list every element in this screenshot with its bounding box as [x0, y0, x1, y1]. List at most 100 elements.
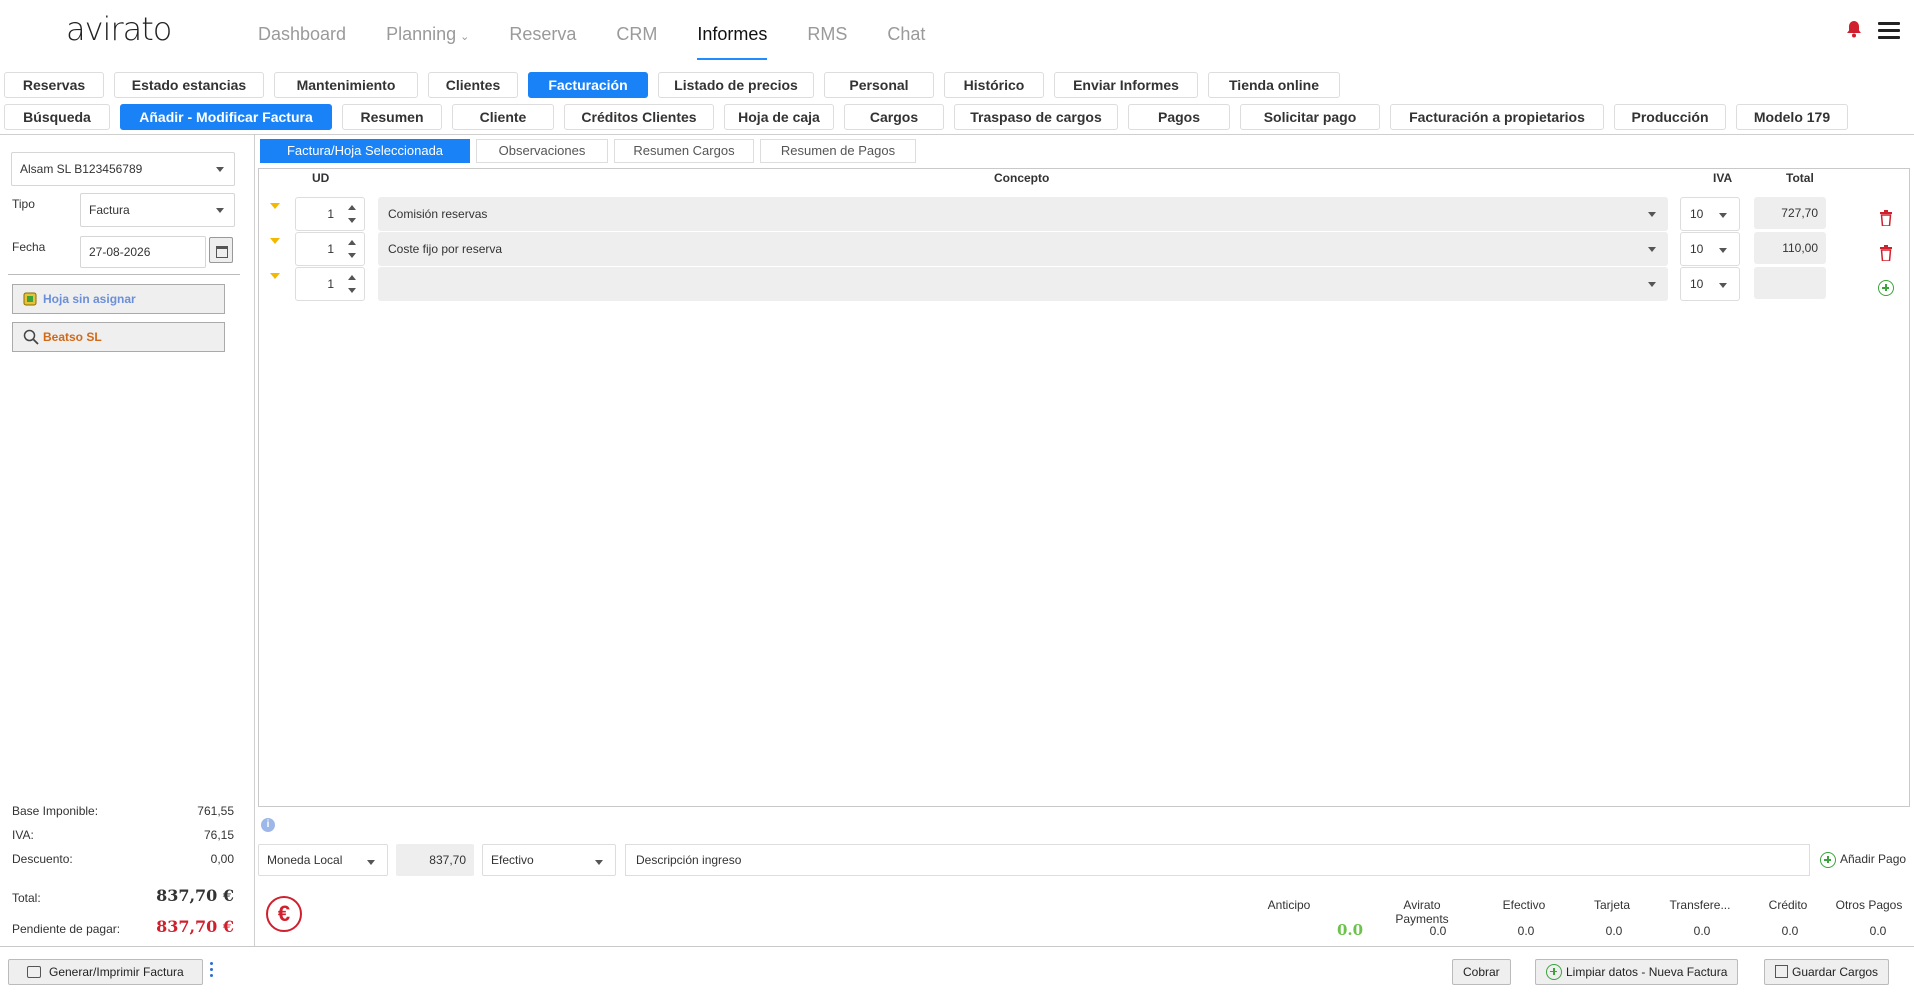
tab-reservas[interactable]: Reservas — [4, 72, 104, 98]
tab-estado-estancias[interactable]: Estado estancias — [114, 72, 264, 98]
concepto-select[interactable]: Coste fijo por reserva — [378, 232, 1668, 266]
iva-select-value: 10 — [1690, 277, 1704, 291]
nav-planning-label: Planning — [386, 24, 457, 44]
concepto-select[interactable] — [378, 267, 1668, 301]
company-select[interactable]: Alsam SL B123456789 — [11, 152, 235, 186]
iva-select[interactable]: 10 — [1680, 197, 1740, 231]
payment-description-input[interactable]: Descripción ingreso — [625, 844, 1810, 876]
tab-resumen-pagos[interactable]: Resumen de Pagos — [760, 139, 916, 163]
printer-icon — [27, 965, 41, 978]
tab-mantenimiento[interactable]: Mantenimiento — [274, 72, 418, 98]
ud-stepper[interactable]: 1 — [295, 197, 365, 231]
tab-listado-precios[interactable]: Listado de precios — [658, 72, 814, 98]
payment-method-select[interactable]: Efectivo — [482, 844, 616, 876]
tab-pagos[interactable]: Pagos — [1128, 104, 1230, 130]
add-line-icon[interactable] — [1878, 280, 1894, 296]
hoja-sin-asignar-label: Hoja sin asignar — [43, 292, 136, 306]
save-charges-button[interactable]: Guardar Cargos — [1764, 959, 1890, 985]
calendar-icon[interactable] — [209, 237, 233, 263]
tab-busqueda[interactable]: Búsqueda — [4, 104, 110, 130]
pay-header-tarjeta: Tarjeta — [1593, 898, 1631, 912]
fecha-input[interactable]: 27-08-2026 — [80, 236, 206, 268]
trash-icon[interactable] — [1879, 245, 1893, 261]
tab-traspaso-cargos[interactable]: Traspaso de cargos — [954, 104, 1118, 130]
tab-personal[interactable]: Personal — [824, 72, 934, 98]
concepto-select[interactable]: Comisión reservas — [378, 197, 1668, 231]
nav-crm-label: CRM — [616, 24, 658, 44]
ud-stepper[interactable]: 1 — [295, 267, 365, 301]
base-imponible-value: 761,55 — [197, 804, 234, 818]
tab-cliente[interactable]: Cliente — [452, 104, 554, 130]
caret-down-icon[interactable] — [270, 203, 280, 209]
chevron-down-icon — [367, 860, 375, 865]
tab-enviar-informes[interactable]: Enviar Informes — [1054, 72, 1198, 98]
nav-planning[interactable]: Planning ⌄ — [386, 22, 469, 62]
add-payment-button[interactable]: Añadir Pago — [1820, 852, 1906, 868]
total-label: Total: — [12, 891, 41, 905]
caret-down-icon[interactable] — [270, 273, 280, 279]
chevron-down-icon — [1719, 283, 1727, 288]
pay-value-transferencia: 0.0 — [1693, 924, 1711, 938]
nav-informes[interactable]: Informes — [697, 22, 768, 62]
tab-facturacion[interactable]: Facturación — [528, 72, 648, 98]
cobrar-button[interactable]: Cobrar — [1452, 959, 1511, 985]
ud-stepper[interactable]: 1 — [295, 232, 365, 266]
fecha-label: Fecha — [12, 240, 46, 254]
tab-tienda-online[interactable]: Tienda online — [1208, 72, 1340, 98]
spinner-icon[interactable] — [348, 275, 356, 293]
nav-chat[interactable]: Chat — [887, 22, 925, 62]
cobrar-label: Cobrar — [1463, 965, 1500, 979]
pendiente-value: 837,70 € — [156, 917, 234, 936]
currency-select[interactable]: Moneda Local — [258, 844, 388, 876]
client-search-button[interactable]: Beatso SL — [12, 322, 225, 352]
invoice-subtabs: Factura/Hoja Seleccionada Observaciones … — [260, 139, 922, 163]
line-total[interactable] — [1754, 267, 1826, 299]
chevron-down-icon — [1719, 213, 1727, 218]
spinner-icon[interactable] — [348, 240, 356, 258]
info-icon[interactable]: i — [261, 818, 275, 832]
chevron-down-icon — [595, 860, 603, 865]
chevron-down-icon — [1648, 247, 1656, 252]
iva-select[interactable]: 10 — [1680, 232, 1740, 266]
clear-new-invoice-button[interactable]: Limpiar datos - Nueva Factura — [1535, 959, 1739, 985]
tab-solicitar-pago[interactable]: Solicitar pago — [1240, 104, 1380, 130]
more-options-icon[interactable] — [210, 962, 214, 980]
generate-invoice-button[interactable]: Generar/Imprimir Factura — [8, 959, 203, 985]
nav-rms-label: RMS — [807, 24, 848, 44]
spinner-icon[interactable] — [348, 205, 356, 223]
nav-reserva[interactable]: Reserva — [509, 22, 576, 62]
tab-historico[interactable]: Histórico — [944, 72, 1044, 98]
tab-cargos[interactable]: Cargos — [844, 104, 944, 130]
nav-dashboard[interactable]: Dashboard — [258, 22, 346, 62]
ud-value: 1 — [327, 207, 334, 221]
nav-rms[interactable]: RMS — [807, 22, 847, 62]
menu-icon[interactable] — [1878, 22, 1900, 39]
payment-amount[interactable]: 837,70 — [396, 844, 474, 876]
ud-value: 1 — [327, 242, 334, 256]
tipo-select-value: Factura — [89, 203, 130, 217]
bell-icon[interactable] — [1846, 20, 1862, 38]
tab-anadir-modificar-factura[interactable]: Añadir - Modificar Factura — [120, 104, 332, 130]
tab-modelo-179[interactable]: Modelo 179 — [1736, 104, 1848, 130]
app-logo[interactable]: avirato — [66, 10, 172, 48]
tipo-select[interactable]: Factura — [80, 193, 235, 227]
iva-select[interactable]: 10 — [1680, 267, 1740, 301]
caret-down-icon[interactable] — [270, 238, 280, 244]
tab-creditos-clientes[interactable]: Créditos Clientes — [564, 104, 714, 130]
tab-hoja-de-caja[interactable]: Hoja de caja — [724, 104, 834, 130]
pay-header-otros: Otros Pagos — [1835, 898, 1903, 912]
tab-resumen[interactable]: Resumen — [342, 104, 442, 130]
tab-resumen-cargos[interactable]: Resumen Cargos — [614, 139, 754, 163]
tab-clientes[interactable]: Clientes — [428, 72, 518, 98]
nav-crm[interactable]: CRM — [616, 22, 657, 62]
tab-factura-seleccionada[interactable]: Factura/Hoja Seleccionada — [260, 139, 470, 163]
hoja-sin-asignar-button[interactable]: Hoja sin asignar — [12, 284, 225, 314]
line-total[interactable]: 727,70 — [1754, 197, 1826, 229]
tab-facturacion-propietarios[interactable]: Facturación a propietarios — [1390, 104, 1604, 130]
tab-produccion[interactable]: Producción — [1614, 104, 1726, 130]
divider — [0, 134, 1914, 135]
tab-observaciones[interactable]: Observaciones — [476, 139, 608, 163]
line-total[interactable]: 110,00 — [1754, 232, 1826, 264]
trash-icon[interactable] — [1879, 210, 1893, 226]
payment-method-value: Efectivo — [491, 853, 534, 867]
